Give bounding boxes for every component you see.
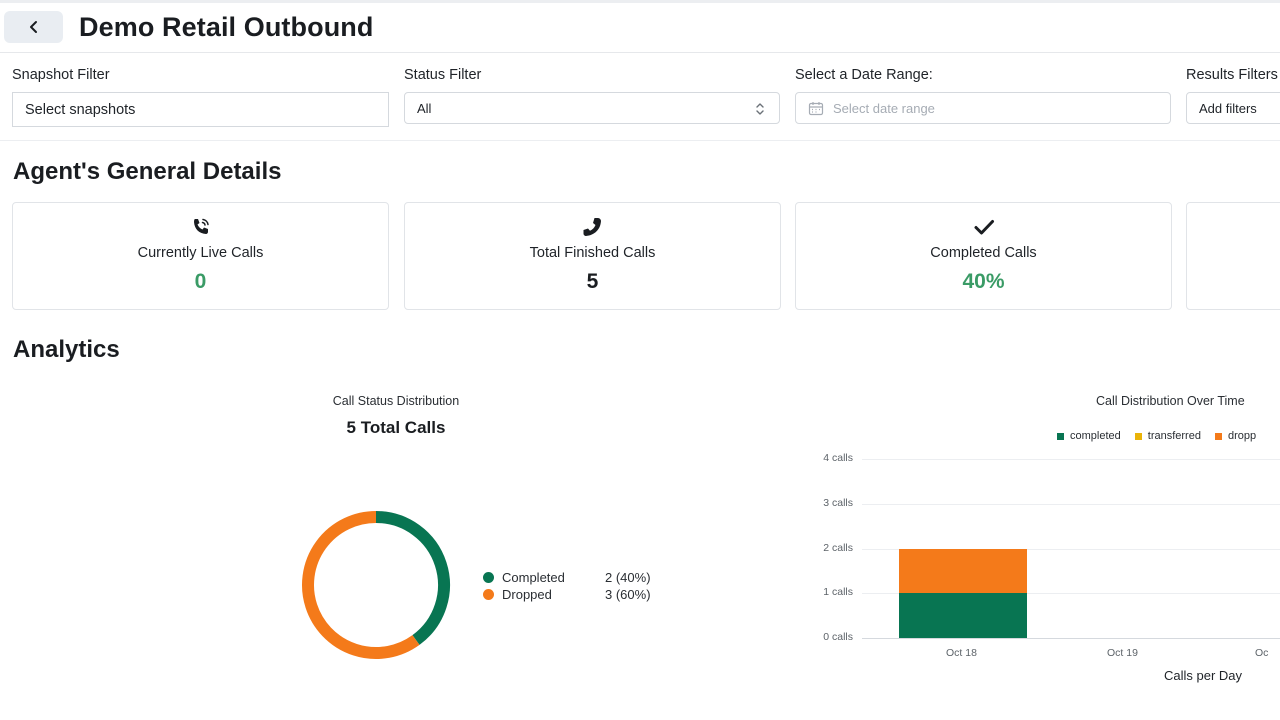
y-tick-label: 1 calls [823,586,853,599]
chevron-updown-icon [756,103,764,115]
chevron-left-icon [29,21,37,33]
y-tick-label: 3 calls [823,496,853,509]
legend-completed-label: Completed [502,570,565,585]
date-range-label: Select a Date Range: [795,67,933,83]
back-button[interactable] [4,11,63,43]
live-calls-label: Currently Live Calls [137,245,264,261]
completed-calls-value: 40% [962,270,1005,293]
donut-slice-dropped[interactable] [302,511,420,659]
legend-item-completed[interactable]: completed [1057,430,1121,442]
snapshot-select[interactable]: Select snapshots [12,92,389,127]
legend-dropped-label: Dropped [502,587,552,602]
call-status-donut-chart [302,511,450,659]
page-header: Demo Retail Outbound [0,3,1280,53]
legend-completed[interactable]: Completed 2 (40%) [483,570,651,585]
donut-slice-completed[interactable] [375,511,450,645]
partial-card [1186,202,1280,310]
legend-dropped-swatch [1214,432,1222,440]
bar-chart-legend: completed transferred dropp [1057,430,1270,442]
completed-calls-label: Completed Calls [930,245,1037,261]
calendar-icon [808,101,824,115]
live-calls-card: Currently Live Calls 0 [12,202,389,310]
legend-item-dropped-label: dropp [1227,430,1257,442]
x-tick-label: Oct 19 [1107,647,1138,659]
date-range-input[interactable]: Select date range [795,92,1171,124]
completed-calls-card: Completed Calls 40% [795,202,1172,310]
legend-completed-swatch [1057,432,1064,440]
legend-completed-value: 2 (40%) [605,570,651,585]
finished-calls-label: Total Finished Calls [529,245,656,261]
legend-completed-dot [483,572,494,583]
status-select[interactable]: All [404,92,780,124]
snapshot-filter-label: Snapshot Filter [12,67,110,83]
legend-item-completed-label: completed [1070,430,1121,442]
finished-calls-card: Total Finished Calls 5 [404,202,781,310]
bar-chart-title: Call Distribution Over Time [1096,394,1245,408]
donut-chart-subtitle: 5 Total Calls [346,418,446,437]
x-tick-label: Oct 18 [946,647,977,659]
bar-segment-dropped[interactable] [899,548,1027,594]
filter-bar: Snapshot Filter Select snapshots Status … [0,54,1280,141]
analytics-heading: Analytics [13,336,120,363]
phone-icon [583,218,601,236]
status-filter-label: Status Filter [404,67,482,83]
results-filters-label: Results Filters [1186,67,1278,83]
page-title: Demo Retail Outbound [79,12,374,42]
live-calls-value: 0 [194,270,207,293]
gridline [862,638,1280,639]
phone-ringing-icon [193,218,209,234]
gridline [862,459,1280,460]
gridline [862,503,1280,505]
details-heading: Agent's General Details [13,158,282,185]
legend-item-transferred-label: transferred [1147,430,1201,442]
y-tick-label: 0 calls [823,631,853,643]
bar-segment-completed[interactable] [899,593,1027,638]
add-filters-label: Add filters [1199,100,1257,116]
date-range-placeholder: Select date range [833,100,935,116]
checkmark-icon [974,220,994,235]
finished-calls-value: 5 [586,270,599,293]
y-tick-label: 2 calls [823,541,853,554]
legend-item-transferred[interactable]: transferred [1134,430,1201,442]
bar-chart-xlabel: Calls per Day [1164,668,1243,683]
x-tick-label: Oc [1255,647,1269,659]
legend-dropped-value: 3 (60%) [605,587,651,602]
snapshot-select-value: Select snapshots [25,101,136,118]
status-select-value: All [417,100,432,116]
legend-transferred-swatch [1134,432,1142,440]
y-tick-label: 4 calls [823,452,853,464]
donut-chart-title: Call Status Distribution [332,394,460,408]
legend-dropped[interactable]: Dropped 3 (60%) [483,587,651,602]
add-filters-button[interactable]: Add filters [1186,92,1280,124]
legend-item-dropped[interactable]: dropp [1214,430,1257,442]
legend-dropped-dot [483,589,494,600]
